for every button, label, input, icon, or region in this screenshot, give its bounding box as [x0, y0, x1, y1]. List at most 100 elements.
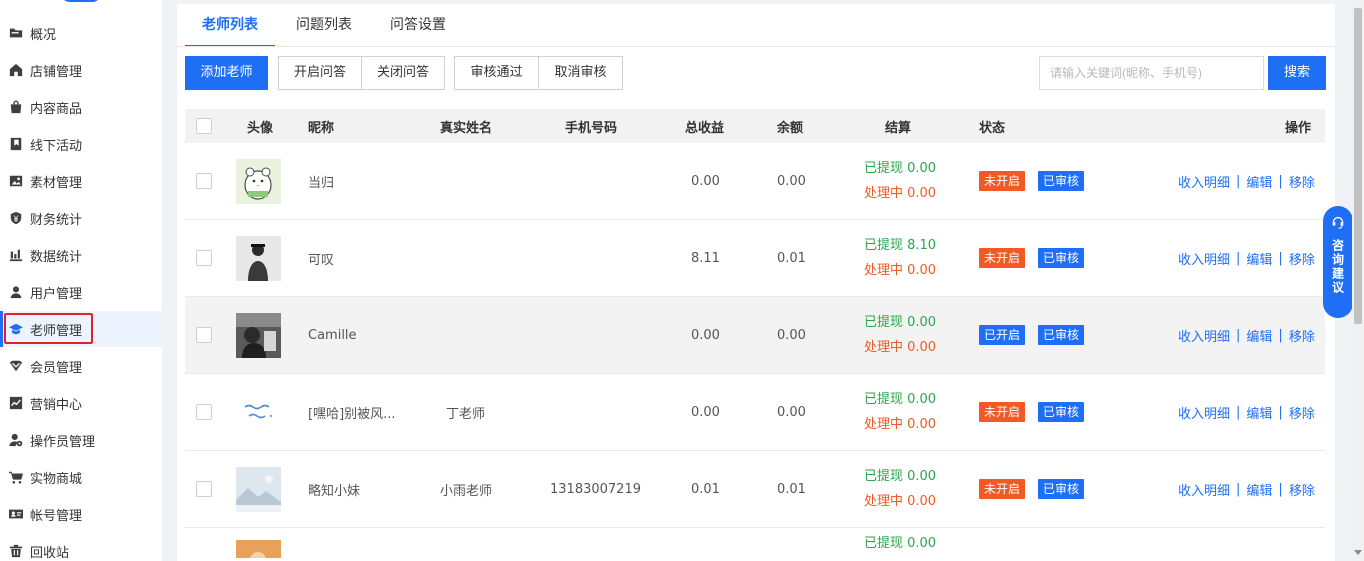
action-separator: |: [1278, 173, 1283, 189]
avatar-cell: [236, 451, 281, 527]
real-name: 小雨老师: [440, 483, 493, 499]
sidebar-item-label: 概况: [30, 27, 57, 43]
phone: 13183007219: [550, 481, 641, 497]
processing-amount: 处理中 0.00: [864, 340, 937, 355]
row-checkbox[interactable]: [196, 404, 212, 420]
sidebar-item-recycle[interactable]: 回收站: [0, 533, 162, 561]
settlement: 已提现 0.00 处理中 0.00: [864, 451, 936, 527]
row-actions: 收入明细 | 编辑 | 移除: [1178, 297, 1315, 373]
avatar-cell: [236, 143, 281, 219]
sidebar-item-offline[interactable]: 线下活动: [0, 126, 162, 162]
tab-question-list[interactable]: 问题列表: [279, 4, 369, 47]
select-all-checkbox[interactable]: [196, 118, 212, 134]
scrollbar-thumb[interactable]: [1354, 8, 1362, 324]
table-row[interactable]: 当归 0.00 0.00 已提现 0.00 处理中 0.00 未开启 已审核 收…: [185, 143, 1325, 220]
page-scrollbar[interactable]: [1352, 0, 1364, 561]
trash-icon: [9, 544, 23, 558]
sidebar-item-store[interactable]: 店铺管理: [0, 52, 162, 88]
search-button[interactable]: 搜索: [1268, 56, 1326, 90]
table-row[interactable]: 可叹 8.11 0.01 已提现 8.10 处理中 0.00 未开启 已审核 收…: [185, 220, 1325, 297]
tab-bar: 老师列表 问题列表 问答设置: [185, 4, 467, 47]
open-qa-button[interactable]: 开启问答: [278, 56, 362, 90]
income-detail-link[interactable]: 收入明细: [1178, 249, 1230, 268]
operator-icon: [9, 433, 23, 447]
edit-link[interactable]: 编辑: [1246, 249, 1272, 268]
avatar: [236, 312, 281, 358]
row-checkbox-cell: [196, 374, 212, 450]
table-row[interactable]: 已提现 0.00: [185, 528, 1325, 558]
edit-link[interactable]: 编辑: [1246, 326, 1272, 345]
sidebar-top-badge: [60, 0, 102, 2]
sidebar-item-mall[interactable]: 实物商城: [0, 459, 162, 495]
tab-qa-settings[interactable]: 问答设置: [373, 4, 463, 47]
avatar: [236, 158, 281, 204]
sidebar-item-label: 营销中心: [30, 397, 83, 413]
row-checkbox-cell: [196, 297, 212, 373]
row-checkbox[interactable]: [196, 173, 212, 189]
consult-suggestion-button[interactable]: 咨询建议: [1323, 206, 1353, 318]
approve-button[interactable]: 审核通过: [454, 56, 539, 90]
balance: 0.01: [777, 250, 806, 266]
withdrawn-amount: 已提现 0.00: [864, 536, 937, 551]
close-qa-button[interactable]: 关闭问答: [361, 56, 445, 90]
total-income: 0.01: [691, 481, 720, 497]
edit-link[interactable]: 编辑: [1246, 172, 1272, 191]
id-card-icon: [9, 507, 23, 521]
col-phone: 手机号码: [565, 120, 618, 136]
nickname: 可叹: [308, 252, 335, 268]
remove-link[interactable]: 移除: [1289, 480, 1315, 499]
remove-link[interactable]: 移除: [1289, 403, 1315, 422]
sidebar-item-operators[interactable]: 操作员管理: [0, 422, 162, 458]
table-header: 头像 昵称 真实姓名 手机号码 总收益 余额 结算 状态 操作: [185, 109, 1325, 143]
sidebar-item-label: 内容商品: [30, 101, 83, 117]
sidebar-item-content[interactable]: 内容商品: [0, 89, 162, 125]
row-checkbox[interactable]: [196, 327, 212, 343]
total-income: 0.00: [691, 327, 720, 343]
qa-status-badge: 未开启: [979, 171, 1026, 191]
trend-icon: [9, 396, 23, 410]
scroll-down-arrow-icon[interactable]: [1354, 550, 1362, 555]
user-icon: [9, 285, 23, 299]
table-row[interactable]: 略知小妹 小雨老师 13183007219 0.01 0.01 已提现 0.00…: [185, 451, 1325, 528]
yuan-shield-icon: [9, 211, 23, 225]
bar-chart-icon: [9, 248, 23, 262]
table-row[interactable]: Camille 0.00 0.00 已提现 0.00 处理中 0.00 已开启 …: [185, 297, 1325, 374]
income-detail-link[interactable]: 收入明细: [1178, 326, 1230, 345]
row-checkbox[interactable]: [196, 250, 212, 266]
sidebar-item-account[interactable]: 帐号管理: [0, 496, 162, 532]
income-detail-link[interactable]: 收入明细: [1178, 480, 1230, 499]
col-actions: 操作: [1285, 120, 1312, 136]
action-separator: |: [1236, 250, 1241, 266]
bookmark-icon: [9, 137, 23, 151]
remove-link[interactable]: 移除: [1289, 326, 1315, 345]
edit-link[interactable]: 编辑: [1246, 403, 1272, 422]
withdrawn-amount: 已提现 0.00: [864, 469, 937, 484]
sidebar-item-users[interactable]: 用户管理: [0, 274, 162, 310]
nickname: Camille: [308, 327, 357, 343]
income-detail-link[interactable]: 收入明细: [1178, 403, 1230, 422]
sidebar-item-overview[interactable]: 概况: [0, 15, 162, 51]
action-separator: |: [1236, 173, 1241, 189]
qa-status-badge: 未开启: [979, 479, 1026, 499]
tab-teacher-list[interactable]: 老师列表: [185, 4, 275, 47]
remove-link[interactable]: 移除: [1289, 249, 1315, 268]
remove-link[interactable]: 移除: [1289, 172, 1315, 191]
add-teacher-button[interactable]: 添加老师: [185, 56, 268, 90]
sidebar-item-marketing[interactable]: 营销中心: [0, 385, 162, 421]
search-input[interactable]: [1039, 56, 1264, 90]
sidebar-item-data[interactable]: 数据统计: [0, 237, 162, 273]
settlement: 已提现 0.00 处理中 0.00: [864, 143, 936, 219]
edit-link[interactable]: 编辑: [1246, 480, 1272, 499]
row-checkbox[interactable]: [196, 481, 212, 497]
income-detail-link[interactable]: 收入明细: [1178, 172, 1230, 191]
action-separator: |: [1278, 327, 1283, 343]
cancel-review-button[interactable]: 取消审核: [538, 56, 623, 90]
status-cell: 未开启 已审核: [979, 220, 1085, 296]
table-row[interactable]: [嘿哈]别被风... 丁老师 0.00 0.00 已提现 0.00 处理中 0.…: [185, 374, 1325, 451]
sidebar-item-materials[interactable]: 素材管理: [0, 163, 162, 199]
nickname: 当归: [308, 175, 335, 191]
sidebar-item-finance[interactable]: 财务统计: [0, 200, 162, 236]
avatar-cell: [236, 374, 281, 450]
sidebar-item-members[interactable]: 会员管理: [0, 348, 162, 384]
sidebar-item-teachers[interactable]: 老师管理: [0, 311, 162, 347]
